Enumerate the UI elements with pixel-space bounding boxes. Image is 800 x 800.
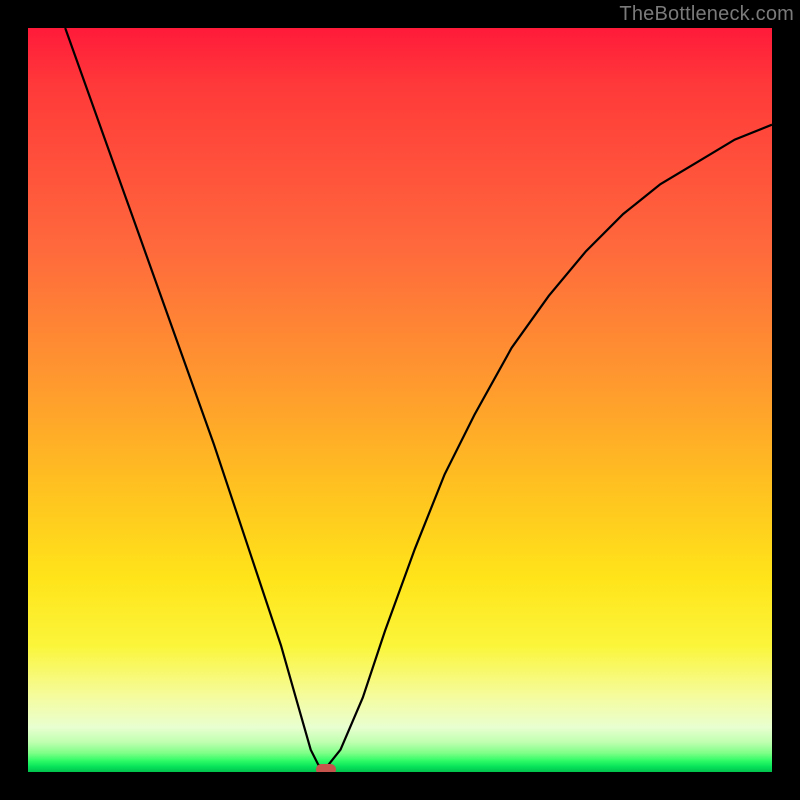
watermark-text: TheBottleneck.com — [619, 3, 794, 26]
curve-path — [65, 28, 772, 768]
chart-outer-frame: TheBottleneck.com — [0, 0, 800, 800]
optimal-point-marker — [316, 764, 336, 772]
plot-area — [28, 28, 772, 772]
bottleneck-curve — [28, 28, 772, 772]
